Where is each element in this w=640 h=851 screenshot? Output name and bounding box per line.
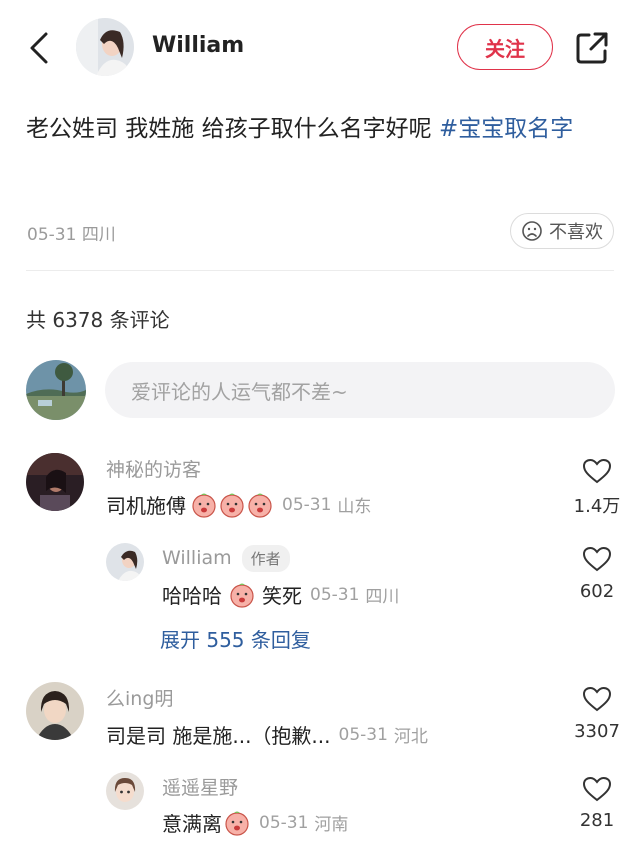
- post-date: 05-31: [27, 225, 77, 245]
- emoji-peach-icon: [192, 493, 216, 518]
- post-text: 老公姓司 我姓施 给孩子取什么名字好呢: [26, 116, 439, 142]
- comment-location: 河北: [393, 727, 428, 747]
- comment-date: 05-31: [259, 812, 309, 833]
- post-content: 老公姓司 我姓施 给孩子取什么名字好呢 #宝宝取名字: [26, 108, 616, 151]
- commenter-avatar[interactable]: [26, 682, 84, 740]
- like-count: 602: [579, 581, 615, 602]
- comment-body: 司机施傅: [106, 494, 186, 518]
- comment-date: 05-31: [338, 724, 388, 745]
- emoji-peach-icon: [220, 493, 244, 518]
- comment-input[interactable]: 爱评论的人运气都不差~: [105, 362, 615, 418]
- share-icon[interactable]: [574, 30, 610, 66]
- comment-body: 哈哈哈: [162, 584, 222, 608]
- heart-icon[interactable]: [582, 775, 612, 803]
- comment-text: 哈哈哈 笑死 05-31 四川: [162, 580, 399, 609]
- comment-date: 05-31: [282, 494, 332, 515]
- author-name[interactable]: William: [152, 33, 244, 58]
- commenter-name[interactable]: 遥遥星野: [162, 773, 238, 800]
- post-location: 四川: [81, 225, 116, 245]
- commenter-avatar[interactable]: [106, 543, 144, 581]
- comment-location: 山东: [337, 497, 372, 517]
- reply-author-name[interactable]: William: [162, 547, 232, 569]
- author-badge: 作者: [241, 545, 290, 572]
- dislike-button[interactable]: 不喜欢: [510, 213, 614, 249]
- comment-text: 意满离 05-31 河南: [162, 808, 348, 837]
- heart-icon[interactable]: [582, 457, 612, 485]
- emoji-peach-icon: [248, 493, 272, 518]
- heart-icon[interactable]: [582, 545, 612, 573]
- expand-replies-link[interactable]: 展开 555 条回复: [160, 624, 311, 653]
- back-icon[interactable]: [22, 28, 58, 68]
- top-bar: William 关注: [0, 0, 640, 96]
- hashtag-link[interactable]: #宝宝取名字: [439, 116, 573, 142]
- post-meta: 05-31 四川: [27, 220, 116, 245]
- comment-count: 共 6378 条评论: [26, 308, 170, 332]
- heart-icon[interactable]: [582, 685, 612, 713]
- comment-date: 05-31: [310, 584, 360, 605]
- like-count: 281: [579, 810, 615, 831]
- author-avatar[interactable]: [76, 18, 134, 76]
- emoji-peach-icon: [225, 811, 249, 836]
- comment-location: 河南: [314, 815, 349, 835]
- comment-text: 司是司 施是施...（抱歉... 05-31 河北: [106, 720, 428, 749]
- dislike-face-icon: [522, 221, 542, 241]
- follow-button[interactable]: 关注: [457, 24, 553, 70]
- like-count: 1.4万: [573, 496, 621, 517]
- commenter-name: William 作者: [162, 545, 290, 572]
- dislike-label: 不喜欢: [549, 222, 603, 243]
- comment-body: 笑死: [262, 584, 302, 608]
- commenter-name[interactable]: 神秘的访客: [106, 455, 201, 482]
- like-count: 3307: [574, 721, 620, 742]
- commenter-avatar[interactable]: [26, 453, 84, 511]
- divider: [26, 270, 614, 271]
- comment-text: 司机施傅 05-31 山东: [106, 490, 371, 519]
- comment-input-placeholder: 爱评论的人运气都不差~: [131, 379, 348, 404]
- my-avatar: [26, 360, 86, 420]
- comment-body: 司是司 施是施...（抱歉...: [106, 724, 331, 748]
- commenter-name[interactable]: 么ing明: [106, 684, 173, 711]
- comment-location: 四川: [365, 587, 400, 607]
- comment-body: 意满离: [162, 812, 222, 836]
- commenter-avatar[interactable]: [106, 772, 144, 810]
- emoji-peach-icon: [230, 583, 254, 608]
